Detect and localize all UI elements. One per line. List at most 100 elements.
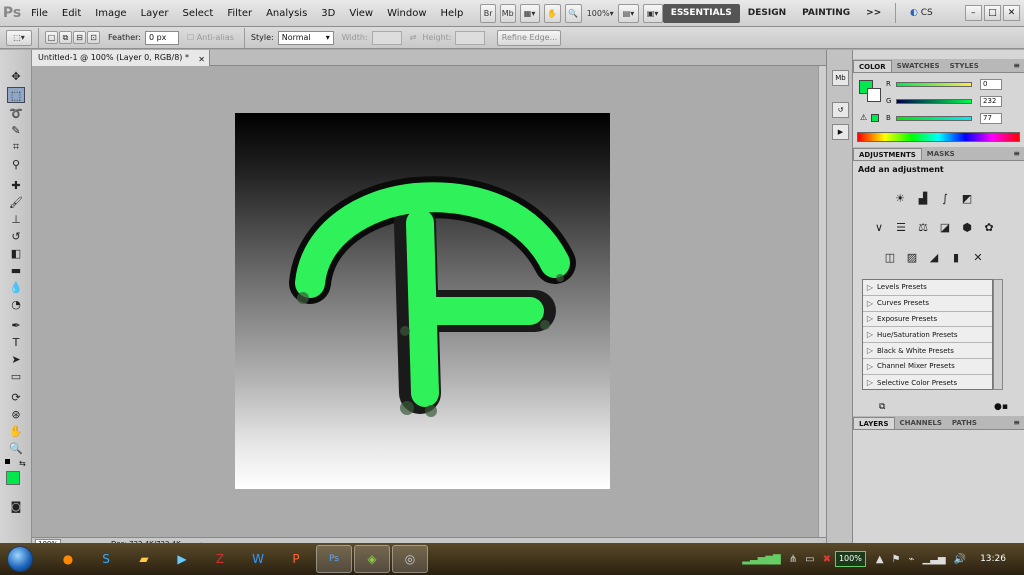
tab-color[interactable]: COLOR — [853, 60, 892, 72]
3d-orbit-tool-icon[interactable]: ⊛ — [7, 406, 25, 422]
document-tab[interactable]: Untitled-1 @ 100% (Layer 0, RGB/8) * ✕ — [32, 50, 210, 66]
intersect-selection-button[interactable]: ⊡ — [87, 31, 100, 44]
show-hidden-icon[interactable]: ▲ — [876, 554, 884, 565]
history-panel-icon[interactable]: ↺ — [832, 102, 849, 118]
taskbar-powerpoint[interactable]: P — [278, 545, 314, 573]
menu-image[interactable]: Image — [88, 0, 133, 27]
minibridge-button[interactable]: Mb — [499, 3, 516, 23]
zoom-tool-icon[interactable]: 🔍 — [7, 440, 25, 456]
close-button[interactable]: ✕ — [1002, 5, 1021, 21]
network-icon[interactable]: ▭ — [805, 554, 814, 565]
feather-input[interactable]: 0 px — [144, 30, 179, 45]
menu-window[interactable]: Window — [380, 0, 433, 27]
color-panel-background-swatch[interactable] — [867, 88, 881, 102]
menu-edit[interactable]: Edit — [55, 0, 88, 27]
clock[interactable]: 13:26 — [980, 554, 1006, 564]
green-slider[interactable] — [896, 98, 972, 104]
arrange-documents-button[interactable]: ▤▾ — [618, 3, 639, 23]
curves-icon[interactable]: ∫ — [936, 190, 954, 206]
path-selection-tool-icon[interactable]: ➤ — [7, 351, 25, 367]
taskbar-filezilla[interactable]: Z — [202, 545, 238, 573]
menu-3d[interactable]: 3D — [314, 0, 342, 27]
antenna-icon[interactable]: ⋔ — [789, 554, 797, 565]
image-canvas[interactable] — [235, 113, 610, 489]
more-workspaces-button[interactable]: >> — [858, 4, 889, 23]
volume-icon[interactable]: 🔊 — [954, 554, 966, 565]
hue-saturation-icon[interactable]: ☰ — [892, 219, 910, 235]
battery-indicator[interactable]: 100% — [834, 551, 866, 567]
taskbar-skype[interactable]: S — [88, 545, 124, 573]
taskbar-folder[interactable]: ▰ — [126, 545, 162, 573]
color-spectrum-bar[interactable] — [857, 132, 1020, 142]
menu-view[interactable]: View — [342, 0, 380, 27]
list-item[interactable]: ▷ Selective Color Presets — [863, 375, 992, 391]
menu-analysis[interactable]: Analysis — [259, 0, 314, 27]
taskbar-firefox[interactable]: ● — [50, 545, 86, 573]
history-brush-tool-icon[interactable]: ↺ — [7, 228, 25, 244]
flag-icon[interactable]: ⚑ — [892, 554, 901, 565]
subtract-selection-button[interactable]: ⊟ — [73, 31, 86, 44]
blue-value[interactable]: 77 — [980, 112, 1002, 124]
default-colors-icon[interactable] — [5, 459, 13, 467]
shape-tool-icon[interactable]: ▭ — [7, 368, 25, 384]
panel-menu-icon[interactable]: ≡ — [1013, 61, 1020, 70]
quick-mask-icon[interactable]: ◙ — [7, 498, 25, 514]
list-item[interactable]: ▷ Exposure Presets — [863, 312, 992, 328]
blur-tool-icon[interactable]: 💧 — [7, 279, 25, 295]
refine-edge-button[interactable]: Refine Edge... — [497, 29, 562, 46]
width-input[interactable] — [371, 30, 402, 45]
list-item[interactable]: ▷ Hue/Saturation Presets — [863, 327, 992, 344]
healing-brush-tool-icon[interactable]: ✚ — [7, 177, 25, 193]
tab-styles[interactable]: STYLES — [945, 60, 984, 72]
levels-icon[interactable]: ▟ — [914, 190, 932, 206]
taskbar-photoshop[interactable]: Ps — [316, 545, 352, 573]
tab-swatches[interactable]: SWATCHES — [892, 60, 945, 72]
3d-rotate-tool-icon[interactable]: ⟳ — [7, 389, 25, 405]
selective-color-icon[interactable]: ✕ — [969, 249, 987, 265]
eraser-tool-icon[interactable]: ◧ — [7, 245, 25, 261]
crop-tool-icon[interactable]: ⌗ — [7, 139, 25, 155]
minimize-button[interactable]: – — [964, 5, 982, 21]
swap-colors-icon[interactable]: ⇆ — [19, 459, 26, 468]
panel-menu-icon[interactable]: ≡ — [1013, 149, 1020, 158]
tab-adjustments[interactable]: ADJUSTMENTS — [853, 148, 922, 160]
list-item[interactable]: ▷ Black & White Presets — [863, 343, 992, 359]
menu-select[interactable]: Select — [175, 0, 220, 27]
type-tool-icon[interactable]: T — [7, 334, 25, 350]
screen-mode-button[interactable]: ▣▾ — [642, 3, 663, 23]
close-icon[interactable]: ✕ — [198, 52, 205, 68]
menu-filter[interactable]: Filter — [220, 0, 259, 27]
anti-alias-checkbox[interactable]: ☐ Anti-alias — [187, 33, 234, 42]
blue-slider[interactable] — [896, 115, 972, 121]
foreground-color-swatch[interactable] — [6, 471, 20, 485]
zoom-level-dropdown[interactable]: 100% ▾ — [586, 4, 615, 23]
photo-filter-icon[interactable]: ⬢ — [958, 219, 976, 235]
swap-icon[interactable]: ⇄ — [410, 33, 417, 42]
list-item[interactable]: ▷ Curves Presets — [863, 296, 992, 312]
dodge-tool-icon[interactable]: ◔ — [7, 296, 25, 312]
menu-layer[interactable]: Layer — [134, 0, 176, 27]
clone-stamp-tool-icon[interactable]: ⊥ — [7, 211, 25, 227]
height-input[interactable] — [455, 30, 486, 45]
workspace-painting[interactable]: PAINTING — [794, 4, 858, 23]
tab-paths[interactable]: PATHS — [947, 417, 982, 429]
new-selection-button[interactable]: □ — [45, 31, 58, 44]
green-value[interactable]: 232 — [980, 95, 1002, 107]
vertical-scrollbar[interactable] — [818, 66, 826, 537]
hand-view-button[interactable]: ✋ — [543, 3, 561, 23]
taskbar-media-player[interactable]: ▶ — [164, 545, 200, 573]
view-extras-button[interactable]: ▦▾ — [519, 3, 540, 23]
menu-help[interactable]: Help — [434, 0, 471, 27]
taskbar-game[interactable]: ◈ — [354, 545, 390, 573]
posterize-icon[interactable]: ▨ — [903, 249, 921, 265]
list-item[interactable]: ▷ Levels Presets — [863, 280, 992, 296]
exposure-icon[interactable]: ◩ — [958, 190, 976, 206]
hand-tool-icon[interactable]: ✋ — [7, 423, 25, 439]
eyedropper-tool-icon[interactable]: ⚲ — [7, 156, 25, 172]
list-item[interactable]: ▷ Channel Mixer Presets — [863, 359, 992, 375]
brightness-contrast-icon[interactable]: ☀ — [891, 190, 909, 206]
black-white-icon[interactable]: ◪ — [936, 219, 954, 235]
taskbar-word[interactable]: W — [240, 545, 276, 573]
color-balance-icon[interactable]: ⚖ — [914, 219, 932, 235]
presets-scrollbar[interactable] — [993, 279, 1003, 390]
